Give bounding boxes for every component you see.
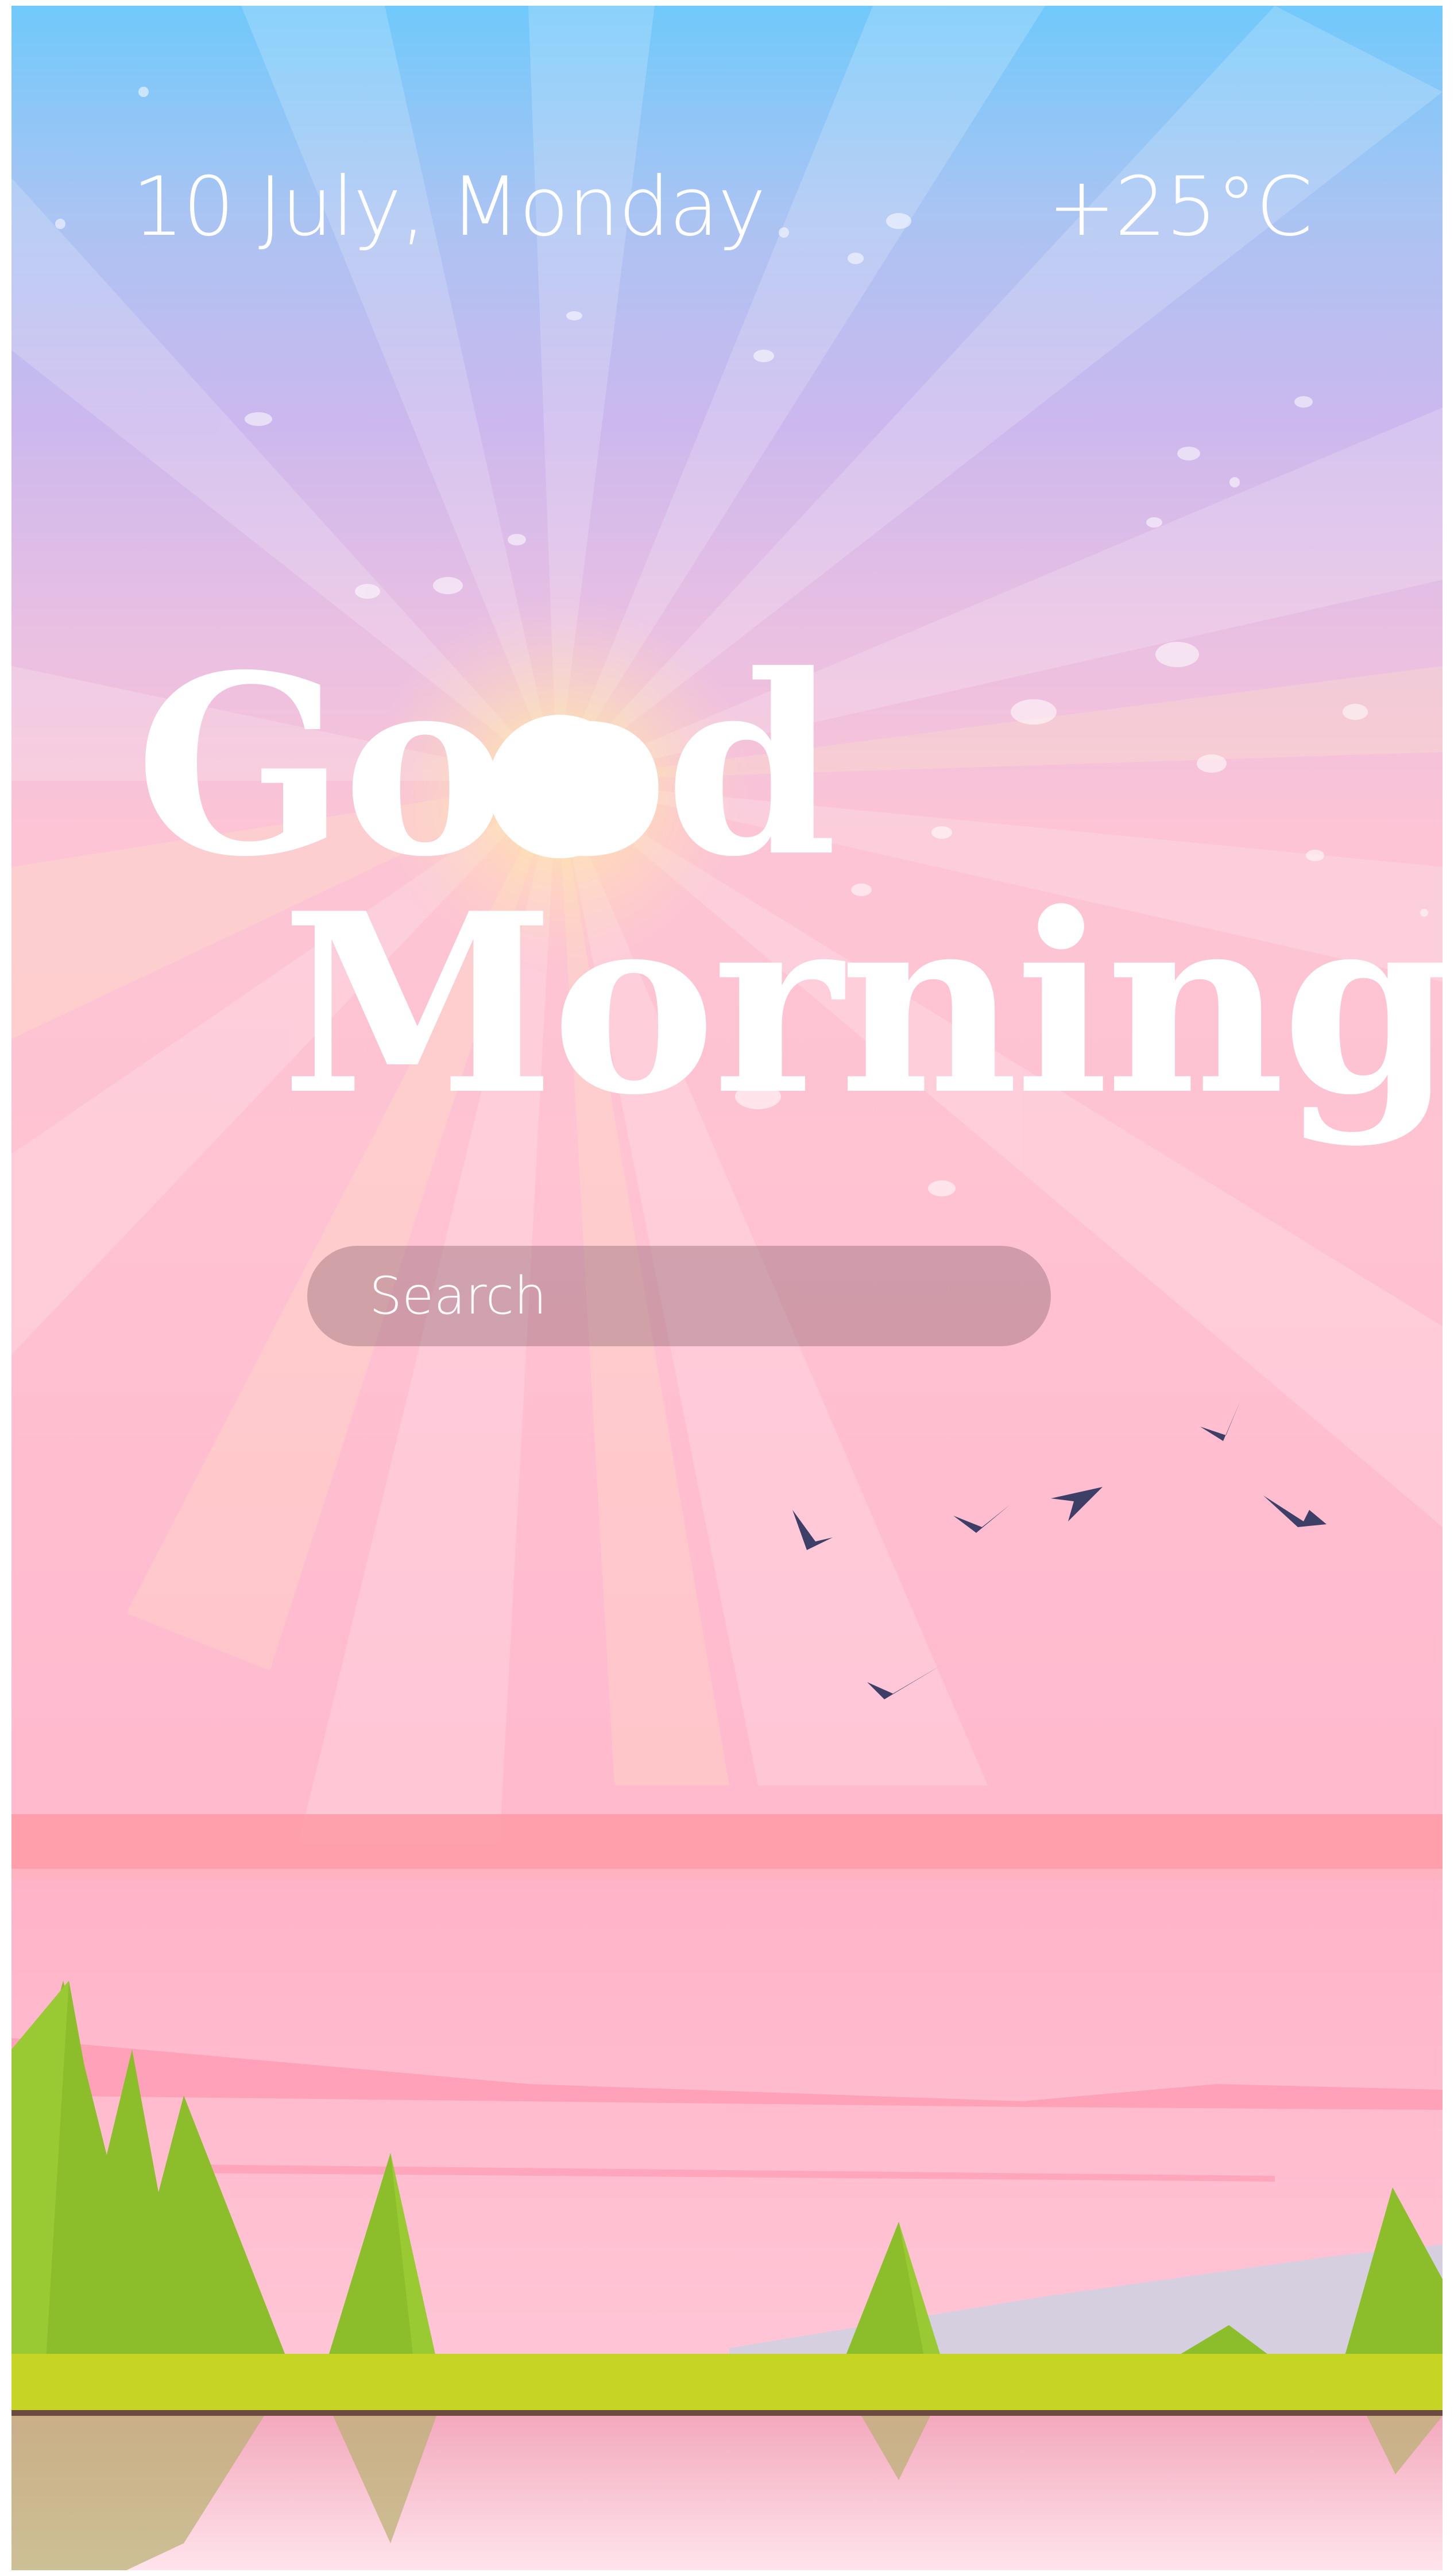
horizon-band — [11, 1814, 1443, 1869]
bird — [1200, 1401, 1240, 1441]
bird — [1051, 1487, 1103, 1521]
grass-strip — [11, 2354, 1443, 2411]
temperature-label: +25°C — [1047, 160, 1313, 254]
bird — [1263, 1496, 1327, 1527]
phone-screen: 10 July, Monday +25°C Good Morning — [11, 6, 1443, 2570]
search-input[interactable] — [307, 1246, 1051, 1346]
bird — [953, 1504, 1011, 1533]
date-label: 10 July, Monday — [132, 160, 766, 254]
greeting-line-2: Morning — [281, 859, 1443, 1149]
greeting-line-1: Good — [135, 621, 837, 911]
